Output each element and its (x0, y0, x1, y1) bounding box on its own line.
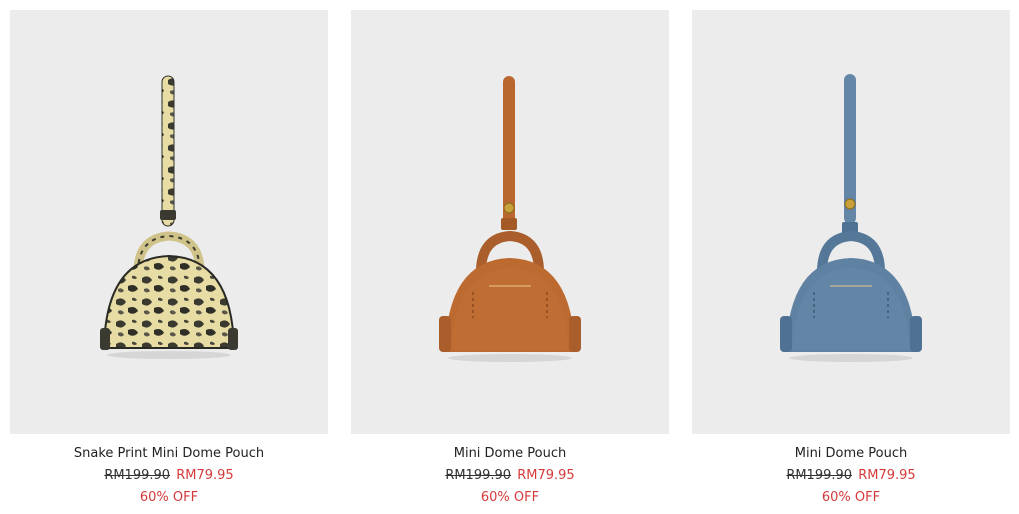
product-image[interactable] (351, 10, 669, 434)
discount-label: 60% OFF (821, 490, 881, 505)
original-price: RM199.90 (104, 468, 171, 483)
product-name[interactable]: Mini Dome Pouch (692, 446, 1010, 462)
product-name[interactable]: Snake Print Mini Dome Pouch (10, 446, 328, 462)
product-grid: Snake Print Mini Dome Pouch RM199.90 RM7… (0, 0, 1019, 514)
blue-pouch-icon (780, 74, 922, 362)
product-card[interactable]: Mini Dome Pouch RM199.90 RM79.95 60% OFF (692, 10, 1010, 506)
price-row: RM199.90 RM79.95 (692, 468, 1010, 484)
product-image[interactable] (692, 10, 1010, 434)
sale-price: RM79.95 (176, 468, 234, 483)
snake-print-pouch-icon (100, 75, 238, 359)
sale-price: RM79.95 (858, 468, 916, 483)
product-image[interactable] (10, 10, 328, 434)
sale-price: RM79.95 (517, 468, 575, 483)
price-row: RM199.90 RM79.95 (10, 468, 328, 484)
product-card[interactable]: Snake Print Mini Dome Pouch RM199.90 RM7… (10, 10, 328, 506)
price-row: RM199.90 RM79.95 (351, 468, 669, 484)
original-price: RM199.90 (445, 468, 512, 483)
product-name[interactable]: Mini Dome Pouch (351, 446, 669, 462)
tan-pouch-icon (439, 76, 581, 362)
discount-label: 60% OFF (480, 490, 540, 505)
original-price: RM199.90 (786, 468, 853, 483)
discount-label: 60% OFF (139, 490, 199, 505)
product-card[interactable]: Mini Dome Pouch RM199.90 RM79.95 60% OFF (351, 10, 669, 506)
